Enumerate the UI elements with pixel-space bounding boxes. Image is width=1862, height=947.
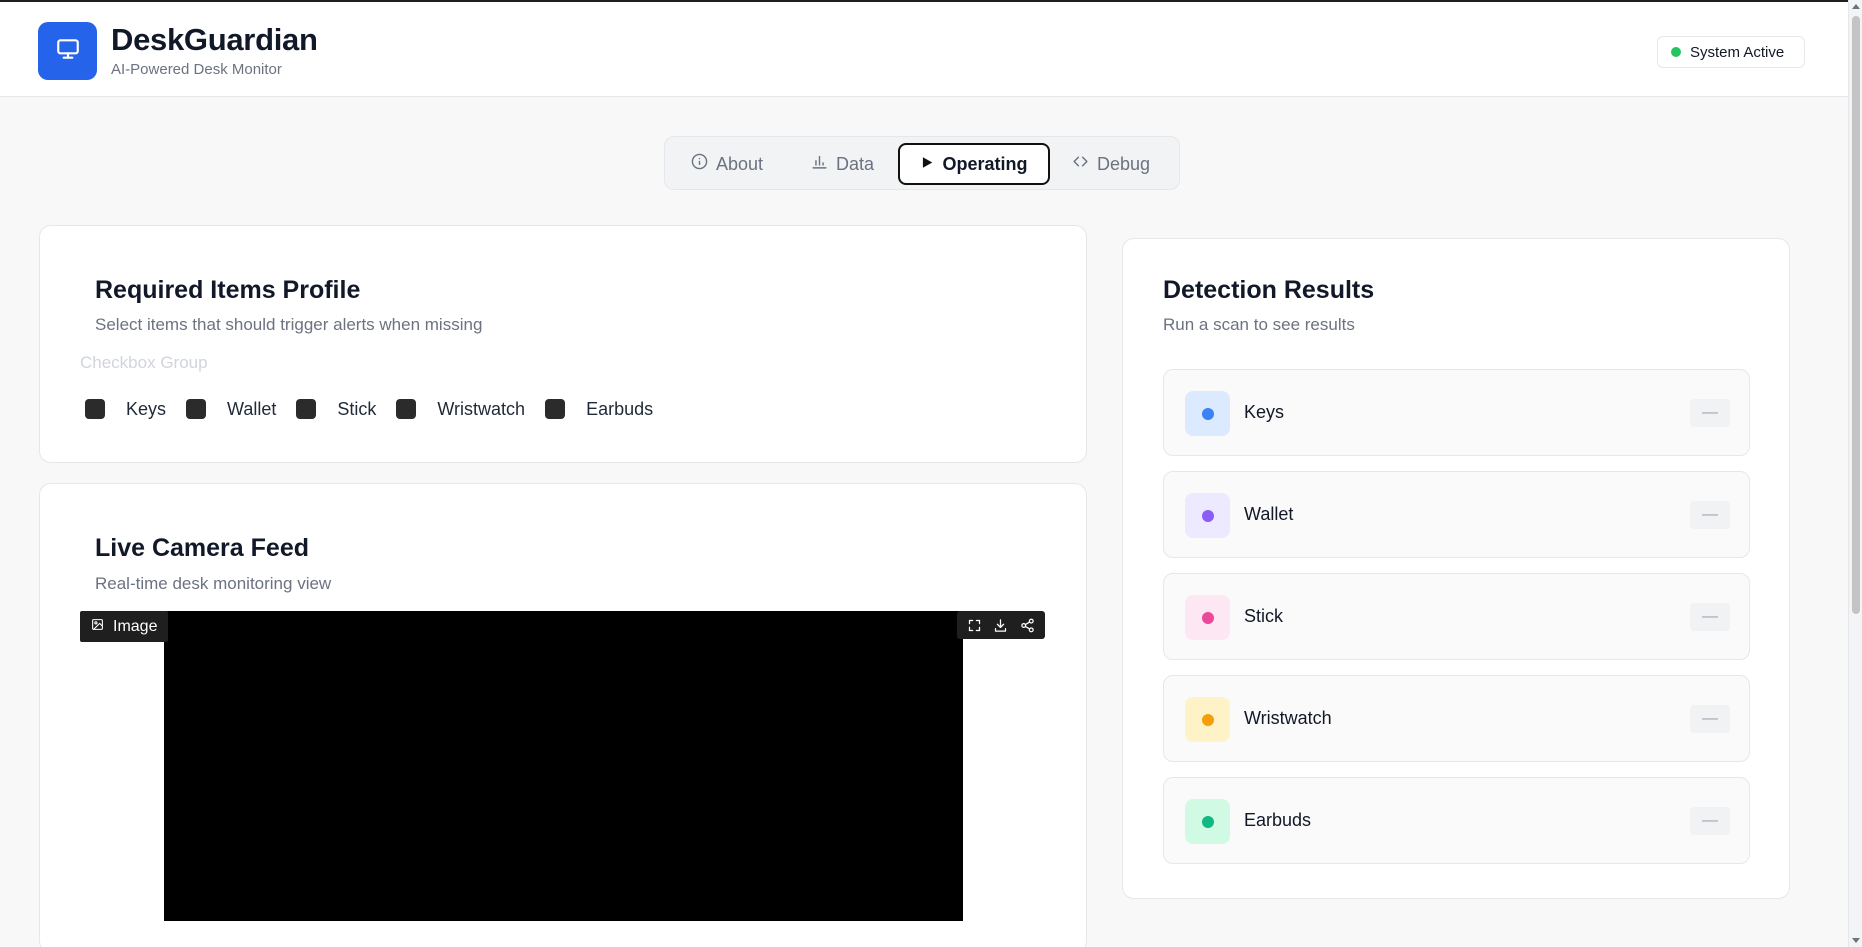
required-items-title: Required Items Profile	[95, 276, 361, 304]
monitor-icon	[54, 36, 82, 67]
detection-row-earbuds: Earbuds —	[1163, 777, 1750, 864]
checkbox-item-earbuds[interactable]: Earbuds	[545, 399, 653, 420]
camera-feed-card: Live Camera Feed Real-time desk monitori…	[39, 483, 1087, 947]
detection-row-stick: Stick —	[1163, 573, 1750, 660]
tab-debug[interactable]: Debug	[1072, 143, 1150, 185]
code-icon	[1072, 153, 1089, 175]
checkbox-item-wristwatch[interactable]: Wristwatch	[396, 399, 525, 420]
required-items-subtitle: Select items that should trigger alerts …	[95, 315, 483, 334]
status-badge: System Active	[1657, 36, 1805, 68]
detection-results-card: Detection Results Run a scan to see resu…	[1122, 238, 1790, 899]
share-icon[interactable]	[1017, 614, 1039, 636]
detection-row-keys: Keys —	[1163, 369, 1750, 456]
tab-about-label: About	[716, 153, 764, 174]
scrollbar-thumb[interactable]	[1852, 16, 1860, 614]
camera-image-container: Image	[80, 611, 1046, 921]
app-title: DeskGuardian	[111, 22, 318, 57]
checkbox-label: Earbuds	[586, 398, 654, 419]
detection-dot-icon	[1185, 799, 1230, 844]
tab-operating[interactable]: Operating	[898, 143, 1050, 185]
checkbox-keys[interactable]	[85, 399, 105, 419]
tab-data-label: Data	[836, 153, 875, 174]
tab-operating-label: Operating	[942, 153, 1028, 174]
checkbox-group-label: Checkbox Group	[80, 353, 208, 372]
app-header: DeskGuardian AI-Powered Desk Monitor Sys…	[0, 0, 1848, 97]
detection-status: —	[1690, 807, 1730, 835]
scroll-up-arrow-icon[interactable]	[1852, 4, 1860, 9]
checkbox-item-stick[interactable]: Stick	[296, 399, 376, 420]
detection-label: Keys	[1244, 402, 1285, 422]
detection-dot-icon	[1185, 493, 1230, 538]
checkbox-label: Stick	[337, 398, 377, 419]
tab-debug-label: Debug	[1097, 153, 1151, 174]
main-tabs: About Data Operating Debug	[664, 136, 1180, 190]
checkbox-label: Keys	[126, 398, 167, 419]
fullscreen-icon[interactable]	[963, 614, 985, 636]
image-label-text: Image	[113, 617, 158, 635]
checkbox-earbuds[interactable]	[545, 399, 566, 419]
scroll-down-arrow-icon[interactable]	[1852, 938, 1860, 943]
tab-about[interactable]: About	[691, 143, 763, 185]
detection-status: —	[1690, 399, 1730, 427]
detection-row-wristwatch: Wristwatch —	[1163, 675, 1750, 762]
detection-results-title: Detection Results	[1163, 276, 1375, 304]
image-icon	[91, 618, 104, 636]
detection-status: —	[1690, 705, 1730, 733]
detection-results-subtitle: Run a scan to see results	[1163, 315, 1355, 334]
detection-status: —	[1690, 603, 1730, 631]
checkbox-wallet[interactable]	[186, 399, 207, 419]
detection-dot-icon	[1185, 697, 1230, 742]
info-icon	[691, 153, 708, 175]
checkbox-label: Wallet	[227, 398, 277, 419]
detection-label: Earbuds	[1244, 810, 1312, 830]
page-scrollbar[interactable]	[1848, 0, 1862, 947]
app-subtitle: AI-Powered Desk Monitor	[111, 61, 282, 78]
detection-row-wallet: Wallet —	[1163, 471, 1750, 558]
detection-dot-icon	[1185, 595, 1230, 640]
checkbox-item-wallet[interactable]: Wallet	[186, 399, 276, 420]
camera-feed-title: Live Camera Feed	[95, 534, 309, 562]
download-icon[interactable]	[990, 614, 1012, 636]
status-label: System Active	[1690, 43, 1785, 61]
status-dot-icon	[1671, 47, 1681, 57]
detection-label: Wallet	[1244, 504, 1294, 524]
tab-data[interactable]: Data	[811, 143, 874, 185]
detection-label: Stick	[1244, 606, 1284, 626]
bar-chart-icon	[811, 153, 828, 175]
checkbox-group: Keys Wallet Stick Wristwatch Earbuds	[85, 396, 673, 422]
required-items-card: Required Items Profile Select items that…	[39, 225, 1087, 463]
image-label-badge: Image	[80, 611, 168, 642]
detection-label: Wristwatch	[1244, 708, 1332, 728]
camera-image	[164, 611, 963, 921]
detection-dot-icon	[1185, 391, 1230, 436]
checkbox-wristwatch[interactable]	[396, 399, 417, 419]
camera-feed-subtitle: Real-time desk monitoring view	[95, 574, 332, 593]
checkbox-label: Wristwatch	[437, 398, 526, 419]
detection-status: —	[1690, 501, 1730, 529]
play-icon	[920, 154, 934, 175]
checkbox-stick[interactable]	[296, 399, 317, 419]
checkbox-item-keys[interactable]: Keys	[85, 399, 166, 420]
image-toolbar	[957, 611, 1045, 639]
app-logo	[38, 22, 97, 80]
